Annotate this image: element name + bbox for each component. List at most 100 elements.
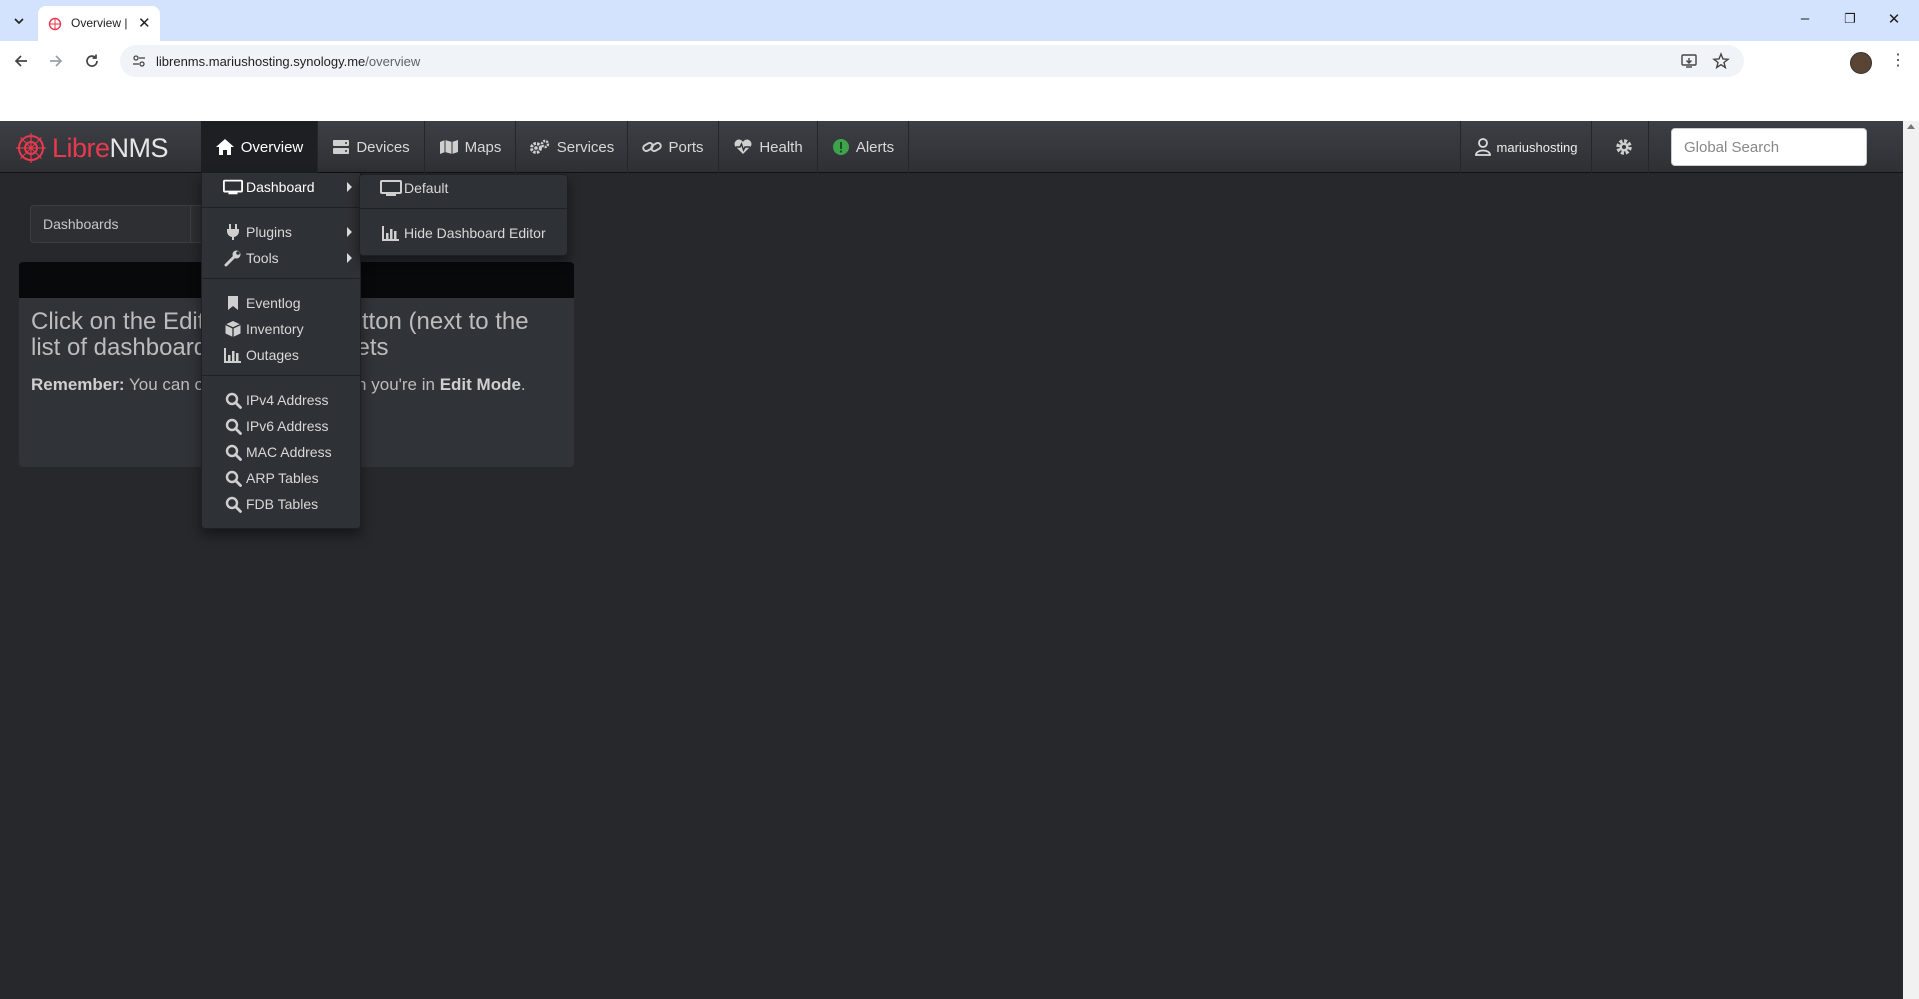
menu-item-ipv4-label: IPv4 Address [246, 392, 329, 408]
bar-chart-icon [380, 225, 402, 241]
scroll-up-icon[interactable] [1907, 124, 1915, 129]
nav-ports-label: Ports [668, 138, 704, 156]
search-icon [223, 418, 243, 435]
heartbeat-icon [733, 139, 753, 155]
settings-menu[interactable] [1600, 121, 1649, 173]
page-scrollbar[interactable] [1903, 121, 1919, 999]
brand-nms: NMS [109, 132, 169, 163]
address-bar[interactable]: librenms.mariushosting.synology.me/overv… [120, 45, 1744, 77]
back-icon[interactable] [10, 50, 32, 72]
menu-item-eventlog[interactable]: Eventlog [202, 291, 360, 315]
nav-overview-label: Overview [240, 138, 304, 156]
server-icon [332, 139, 350, 155]
nav-divider [908, 121, 909, 173]
nav-services[interactable]: Services [516, 121, 627, 173]
menu-divider [360, 208, 567, 209]
submenu-item-hide-editor-label: Hide Dashboard Editor [404, 225, 546, 241]
menu-divider [202, 207, 360, 208]
site-info-icon[interactable] [132, 54, 146, 68]
nav-alerts[interactable]: Alerts [818, 121, 908, 173]
menu-divider [202, 375, 360, 376]
librenms-logo[interactable]: LibreNMS [14, 132, 169, 163]
widget-note-mode: Edit Mode [439, 375, 521, 394]
menu-item-arp-label: ARP Tables [246, 470, 319, 486]
home-icon [215, 138, 235, 156]
alert-status-icon [832, 138, 850, 156]
menu-item-plugins[interactable]: Plugins [202, 220, 360, 244]
browser-toolbar: librenms.mariushosting.synology.me/overv… [0, 41, 1919, 81]
librenms-page: LibreNMS Overview Devices Maps Services … [0, 121, 1903, 999]
menu-item-outages-label: Outages [246, 347, 299, 363]
browser-menu-icon[interactable]: ⋮ [1890, 50, 1906, 70]
nav-devices-label: Devices [356, 138, 410, 156]
dashboards-label: Dashboards [43, 216, 119, 232]
nav-alerts-label: Alerts [855, 138, 895, 156]
menu-item-fdb-tables[interactable]: FDB Tables [202, 492, 360, 516]
librenms-logo-icon [16, 133, 46, 163]
minimize-icon[interactable]: – [1795, 10, 1815, 27]
menu-item-outages[interactable]: Outages [202, 343, 360, 367]
close-window-icon[interactable]: ✕ [1884, 10, 1904, 28]
menu-item-tools-label: Tools [246, 250, 279, 266]
search-icon [223, 496, 243, 513]
nav-maps[interactable]: Maps [425, 121, 515, 173]
menu-item-arp-tables[interactable]: ARP Tables [202, 466, 360, 490]
user-icon [1474, 138, 1491, 156]
nav-health[interactable]: Health [719, 121, 817, 173]
browser-tab[interactable]: Overview | ✕ [38, 6, 160, 41]
plug-icon [223, 223, 243, 241]
menu-item-fdb-label: FDB Tables [246, 496, 319, 512]
submenu-arrow-icon [347, 227, 352, 237]
profile-avatar[interactable] [1850, 52, 1872, 74]
map-icon [439, 139, 459, 155]
search-icon [223, 392, 243, 409]
bookmark-star-icon[interactable] [1712, 52, 1730, 70]
top-navbar: LibreNMS Overview Devices Maps Services … [0, 121, 1903, 173]
nav-ports[interactable]: Ports [628, 121, 718, 173]
menu-item-inventory-label: Inventory [246, 321, 304, 337]
menu-item-plugins-label: Plugins [246, 224, 292, 240]
menu-item-ipv6-label: IPv6 Address [246, 418, 329, 434]
user-menu[interactable]: mariushosting [1460, 121, 1592, 173]
url-host: librenms.mariushosting.synology.me [156, 54, 366, 69]
global-search-input[interactable] [1671, 128, 1867, 166]
librenms-favicon-icon [48, 17, 62, 31]
nav-overview[interactable]: Overview [201, 121, 317, 173]
brand-libre: Libre [52, 132, 110, 163]
dashboards-selector[interactable]: Dashboards [30, 205, 200, 243]
cogs-icon [529, 139, 551, 155]
bookmark-icon [223, 295, 243, 311]
menu-item-tools[interactable]: Tools [202, 246, 360, 270]
close-tab-icon[interactable]: ✕ [138, 14, 151, 32]
submenu-arrow-icon [347, 253, 352, 263]
nav-health-label: Health [759, 138, 803, 156]
tab-search-button[interactable] [8, 10, 30, 32]
install-app-icon[interactable] [1680, 52, 1698, 70]
browser-tab-strip: Overview | ✕ – ❐ ✕ [0, 0, 1919, 41]
forward-icon[interactable] [45, 50, 67, 72]
search-icon [223, 444, 243, 461]
user-name: mariushosting [1496, 139, 1578, 155]
menu-item-dashboard-label: Dashboard [246, 179, 315, 195]
submenu-item-default-label: Default [404, 180, 449, 196]
submenu-item-default[interactable]: Default [360, 176, 567, 200]
menu-item-ipv6-address[interactable]: IPv6 Address [202, 414, 360, 438]
submenu-item-hide-editor[interactable]: Hide Dashboard Editor [360, 221, 567, 245]
restore-icon[interactable]: ❐ [1840, 11, 1860, 27]
reload-icon[interactable] [81, 50, 103, 72]
menu-item-eventlog-label: Eventlog [246, 295, 301, 311]
url-text: librenms.mariushosting.synology.me/overv… [156, 54, 420, 69]
bar-chart-icon [223, 347, 243, 363]
nav-services-label: Services [556, 138, 615, 156]
widget-note-bold: Remember: [31, 375, 125, 394]
menu-item-inventory[interactable]: Inventory [202, 317, 360, 341]
menu-item-mac-address[interactable]: MAC Address [202, 440, 360, 464]
menu-item-dashboard[interactable]: Dashboard [202, 175, 360, 199]
widget-note-end: . [520, 375, 526, 394]
tab-title: Overview | [71, 16, 128, 30]
nav-devices[interactable]: Devices [318, 121, 424, 173]
monitor-icon [380, 180, 402, 196]
menu-item-ipv4-address[interactable]: IPv4 Address [202, 388, 360, 412]
gear-icon [1616, 139, 1632, 155]
search-icon [223, 470, 243, 487]
